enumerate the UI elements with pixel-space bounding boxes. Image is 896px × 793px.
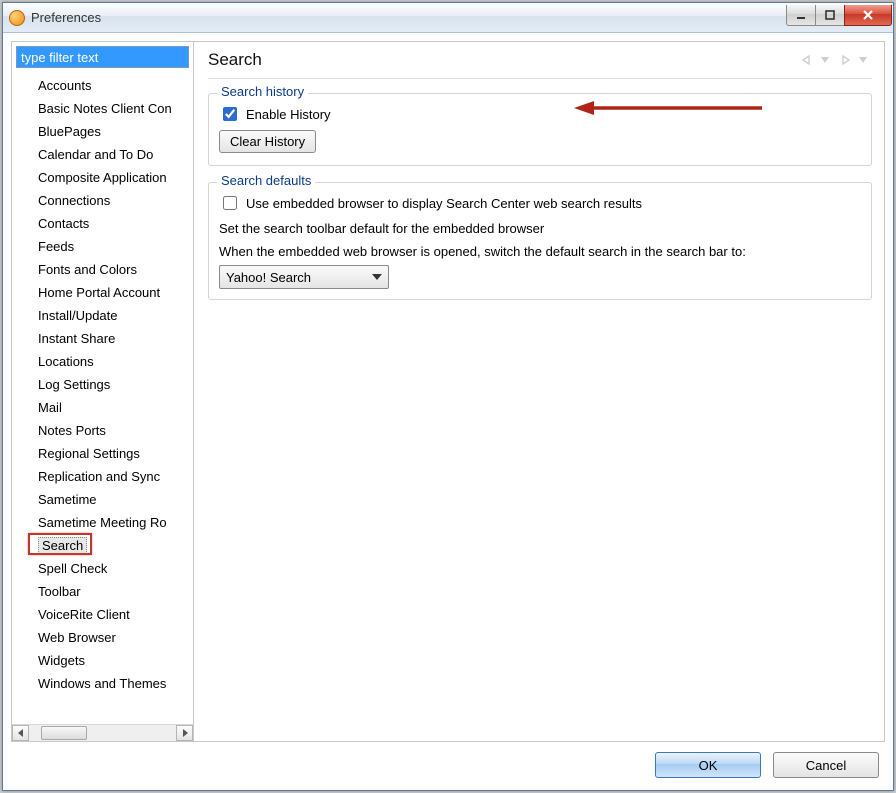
tree-item[interactable]: Spell Check: [38, 557, 193, 580]
tree-item[interactable]: Accounts: [38, 74, 193, 97]
scroll-right-button[interactable]: [176, 725, 193, 741]
tree-item[interactable]: Locations: [38, 350, 193, 373]
search-provider-select[interactable]: Yahoo! Search: [219, 265, 389, 289]
tree-item[interactable]: Mail: [38, 396, 193, 419]
close-icon: [861, 8, 875, 22]
chevron-down-icon: [821, 56, 829, 64]
tree-item[interactable]: BluePages: [38, 120, 193, 143]
content-header: Search: [208, 48, 872, 79]
tree-item[interactable]: Calendar and To Do: [38, 143, 193, 166]
chevron-down-icon: [372, 274, 382, 280]
filter-wrap: [12, 42, 193, 70]
tree-items: Accounts Basic Notes Client Con BluePage…: [20, 74, 193, 695]
tree-item[interactable]: Widgets: [38, 649, 193, 672]
tree-item[interactable]: Contacts: [38, 212, 193, 235]
tree-item[interactable]: Connections: [38, 189, 193, 212]
preferences-window: Preferences Accounts Basic N: [2, 2, 894, 791]
tree-item[interactable]: Instant Share: [38, 327, 193, 350]
toolbar-default-text: Set the search toolbar default for the e…: [219, 221, 861, 236]
tree-item[interactable]: Feeds: [38, 235, 193, 258]
tree-item-search[interactable]: Search: [38, 534, 193, 557]
close-button[interactable]: [844, 5, 892, 26]
tree-item[interactable]: VoiceRite Client: [38, 603, 193, 626]
scroll-left-button[interactable]: [12, 725, 29, 741]
tree-item[interactable]: Sametime Meeting Ro: [38, 511, 193, 534]
nav-back-button[interactable]: [798, 51, 816, 69]
minimize-icon: [795, 9, 807, 21]
enable-history-checkbox[interactable]: [223, 107, 237, 121]
split-panes: Accounts Basic Notes Client Con BluePage…: [11, 41, 885, 742]
app-icon: [9, 10, 25, 26]
sidebar-hscrollbar[interactable]: [12, 724, 193, 741]
dialog-footer: OK Cancel: [11, 742, 885, 782]
switch-default-text: When the embedded web browser is opened,…: [219, 244, 861, 259]
tree-item[interactable]: Web Browser: [38, 626, 193, 649]
window-body: Accounts Basic Notes Client Con BluePage…: [3, 33, 893, 790]
group-legend: Search defaults: [217, 173, 315, 188]
maximize-icon: [824, 9, 836, 21]
tree-item[interactable]: Home Portal Account: [38, 281, 193, 304]
window-title: Preferences: [31, 10, 787, 25]
search-defaults-group: Search defaults Use embedded browser to …: [208, 182, 872, 300]
page-title: Search: [208, 50, 798, 70]
minimize-button[interactable]: [786, 5, 816, 26]
clear-history-button[interactable]: Clear History: [219, 130, 316, 153]
nav-back-menu[interactable]: [816, 51, 834, 69]
chevron-down-icon: [859, 56, 867, 64]
embedded-browser-label: Use embedded browser to display Search C…: [246, 196, 642, 211]
maximize-button[interactable]: [815, 5, 845, 26]
tree-item[interactable]: Log Settings: [38, 373, 193, 396]
filter-input[interactable]: [16, 46, 189, 68]
tree-item[interactable]: Regional Settings: [38, 442, 193, 465]
sidebar: Accounts Basic Notes Client Con BluePage…: [12, 42, 194, 741]
group-legend: Search history: [217, 84, 308, 99]
header-nav: [798, 51, 872, 69]
nav-forward-menu[interactable]: [854, 51, 872, 69]
tree-item[interactable]: Windows and Themes: [38, 672, 193, 695]
window-controls: [787, 5, 892, 26]
nav-forward-button[interactable]: [836, 51, 854, 69]
ok-button[interactable]: OK: [655, 752, 761, 778]
titlebar: Preferences: [3, 3, 893, 33]
tree-item[interactable]: Notes Ports: [38, 419, 193, 442]
content-panel: Search: [194, 42, 884, 741]
tree-item[interactable]: Sametime: [38, 488, 193, 511]
tree-item[interactable]: Basic Notes Client Con: [38, 97, 193, 120]
tree-item[interactable]: Replication and Sync: [38, 465, 193, 488]
scrollbar-track[interactable]: [29, 725, 176, 741]
tree-item[interactable]: Install/Update: [38, 304, 193, 327]
scrollbar-thumb[interactable]: [41, 726, 87, 740]
arrow-back-icon: [800, 54, 814, 66]
embedded-browser-checkbox[interactable]: [223, 196, 237, 210]
tree-item[interactable]: Fonts and Colors: [38, 258, 193, 281]
arrow-forward-icon: [838, 54, 852, 66]
chevron-left-icon: [17, 729, 25, 737]
chevron-right-icon: [181, 729, 189, 737]
cancel-button[interactable]: Cancel: [773, 752, 879, 778]
tree-item[interactable]: Composite Application: [38, 166, 193, 189]
tree-item[interactable]: Toolbar: [38, 580, 193, 603]
search-provider-value: Yahoo! Search: [226, 270, 311, 285]
enable-history-label: Enable History: [246, 107, 331, 122]
search-history-group: Search history Enable History Clear Hist…: [208, 93, 872, 166]
category-tree[interactable]: Accounts Basic Notes Client Con BluePage…: [12, 70, 193, 724]
